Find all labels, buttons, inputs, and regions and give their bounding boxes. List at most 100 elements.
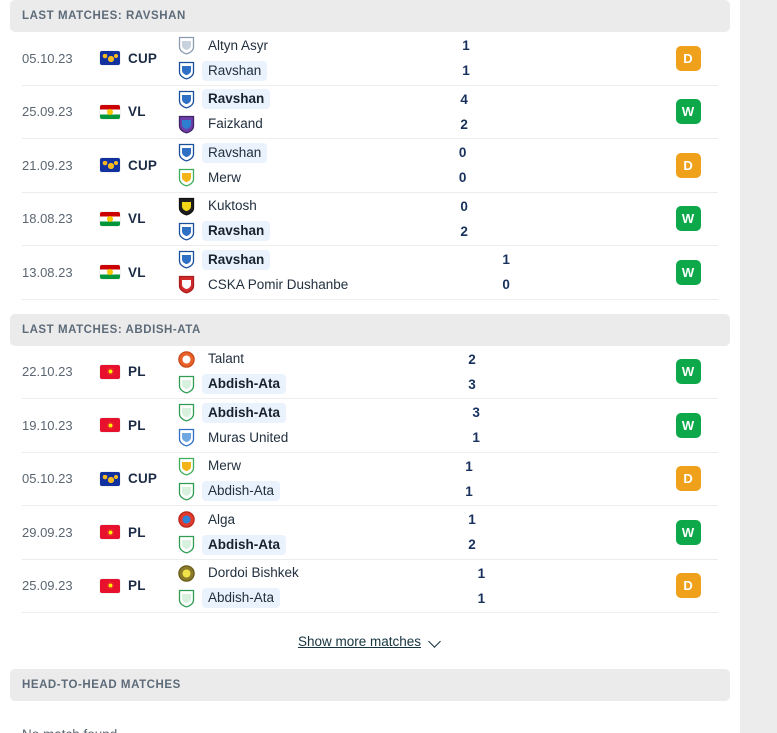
team-home: Talant bbox=[178, 349, 412, 370]
away-score: 0 bbox=[458, 170, 467, 186]
away-score: 1 bbox=[465, 483, 473, 499]
scores-cell: 00 bbox=[403, 142, 523, 188]
page-root: LAST MATCHES: RAVSHAN 05.10.23 CUP Altyn As… bbox=[0, 0, 777, 733]
away-score: 0 bbox=[502, 277, 510, 293]
teams-cell: Ravshan Faizkand bbox=[170, 89, 404, 135]
tj-flag-icon bbox=[100, 211, 120, 226]
ravshan-crest bbox=[178, 61, 195, 80]
competition-cell: VL bbox=[100, 104, 170, 119]
kg-flag-icon bbox=[100, 364, 120, 379]
team-name-home: Ravshan bbox=[202, 89, 271, 110]
abdish-ata-crest bbox=[178, 403, 195, 422]
section-title: HEAD-TO-HEAD MATCHES bbox=[22, 679, 181, 691]
status-badge: W bbox=[675, 359, 701, 385]
world-flag-icon bbox=[100, 158, 120, 173]
team-away: Ravshan bbox=[178, 60, 406, 81]
result-cell: W bbox=[658, 206, 718, 232]
status-badge: W bbox=[675, 412, 701, 438]
team-home: Ravshan bbox=[178, 249, 446, 270]
scores-cell: 11 bbox=[421, 563, 541, 609]
head-to-head-empty-text: No match found. bbox=[0, 701, 740, 733]
talant-crest bbox=[178, 350, 195, 369]
teams-cell: Talant Abdish-Ata bbox=[170, 349, 412, 395]
show-more-matches-link[interactable]: Show more matches bbox=[298, 634, 421, 649]
team-name-away: Faizkand bbox=[208, 116, 263, 132]
competition-name: CUP bbox=[128, 50, 158, 66]
home-score: 2 bbox=[468, 351, 476, 367]
team-name-home: Ravshan bbox=[202, 142, 268, 163]
team-home: Ravshan bbox=[178, 89, 404, 110]
competition-name: VL bbox=[128, 264, 146, 280]
competition-cell: VL bbox=[100, 211, 170, 226]
team-name-away: Ravshan bbox=[202, 221, 271, 242]
table-row[interactable]: 21.09.23 CUP Ravshan Merw 0 0 D bbox=[22, 139, 718, 193]
competition-cell: CUP bbox=[100, 158, 170, 173]
team-away: CSKA Pomir Dushanbe bbox=[178, 274, 446, 295]
competition-cell: CUP bbox=[100, 51, 170, 66]
table-row[interactable]: 25.09.23 VL Ravshan Faizkand 4 2 W bbox=[22, 86, 718, 139]
dordoi-bishkek-crest bbox=[178, 564, 195, 583]
home-score: 0 bbox=[458, 145, 467, 161]
competition-cell: PL bbox=[100, 418, 170, 433]
faizkand-crest bbox=[178, 115, 195, 134]
scores-cell: 23 bbox=[412, 349, 532, 395]
away-score: 3 bbox=[468, 376, 476, 392]
status-badge: W bbox=[675, 519, 701, 545]
teams-cell: Merw Abdish-Ata bbox=[170, 456, 409, 502]
home-score: 3 bbox=[472, 405, 480, 421]
table-row[interactable]: 13.08.23 VL Ravshan CSKA Pomir Dushanbe 1 0 W bbox=[22, 246, 718, 300]
alga-crest bbox=[178, 510, 195, 529]
team-away: Muras United bbox=[178, 427, 416, 448]
home-score: 1 bbox=[462, 38, 470, 54]
match-date: 13.08.23 bbox=[22, 264, 73, 280]
table-row[interactable]: 18.08.23 VL Kuktosh Ravshan 0 2 W bbox=[22, 193, 718, 246]
team-away: Abdish-Ata bbox=[178, 534, 412, 555]
table-row[interactable]: 22.10.23 PL Talant Abdish-Ata 2 3 W bbox=[22, 346, 718, 399]
match-date: 22.10.23 bbox=[22, 364, 73, 380]
section-title: LAST MATCHES: ABDISH-ATA bbox=[22, 323, 201, 336]
team-away: Merw bbox=[178, 167, 403, 188]
result-cell: W bbox=[658, 412, 718, 438]
teams-cell: Abdish-Ata Muras United bbox=[170, 402, 416, 448]
competition-cell: PL bbox=[100, 525, 170, 540]
team-home: Abdish-Ata bbox=[178, 402, 416, 423]
match-list-last-matches-ravshan: 05.10.23 CUP Altyn Asyr Ravshan 1 1 D 25.09.23 V… bbox=[0, 32, 740, 300]
scores-cell: 42 bbox=[404, 89, 524, 135]
table-row[interactable]: 05.10.23 CUP Merw Abdish-Ata 1 1 D bbox=[22, 453, 718, 506]
matches-card: LAST MATCHES: RAVSHAN 05.10.23 CUP Altyn As… bbox=[0, 0, 740, 733]
team-home: Altyn Asyr bbox=[178, 35, 406, 56]
chevron-down-icon[interactable] bbox=[429, 637, 442, 645]
ravshan-crest bbox=[178, 222, 195, 241]
table-row[interactable]: 29.09.23 PL Alga Abdish-Ata 1 2 W bbox=[22, 506, 718, 560]
away-score: 2 bbox=[468, 537, 476, 553]
home-score: 1 bbox=[502, 252, 510, 268]
match-date: 25.09.23 bbox=[22, 104, 73, 120]
match-date: 29.09.23 bbox=[22, 524, 73, 540]
status-badge: D bbox=[675, 152, 701, 178]
table-row[interactable]: 05.10.23 CUP Altyn Asyr Ravshan 1 1 D bbox=[22, 32, 718, 86]
table-row[interactable]: 19.10.23 PL Abdish-Ata Muras United 3 1 W bbox=[22, 399, 718, 453]
team-name-away: CSKA Pomir Dushanbe bbox=[208, 276, 349, 292]
team-name-home: Kuktosh bbox=[208, 198, 257, 214]
competition-name: VL bbox=[128, 104, 146, 120]
away-score: 1 bbox=[472, 430, 480, 446]
merw-crest bbox=[178, 457, 195, 476]
team-away: Abdish-Ata bbox=[178, 374, 412, 395]
result-cell: W bbox=[658, 259, 718, 285]
team-home: Ravshan bbox=[178, 142, 403, 163]
kuktosh-crest bbox=[178, 197, 195, 216]
table-row[interactable]: 25.09.23 PL Dordoi Bishkek Abdish-Ata 1 1 D bbox=[22, 560, 718, 613]
show-more-row[interactable]: Show more matches bbox=[22, 613, 718, 669]
away-score: 1 bbox=[477, 590, 486, 606]
home-score: 4 bbox=[460, 91, 468, 107]
competition-name: VL bbox=[128, 211, 146, 227]
away-score: 2 bbox=[460, 116, 468, 132]
team-name-home: Abdish-Ata bbox=[202, 402, 286, 423]
competition-name: PL bbox=[128, 578, 146, 594]
team-name-away: Abdish-Ata bbox=[202, 534, 286, 555]
competition-name: PL bbox=[128, 364, 146, 380]
team-name-home: Merw bbox=[208, 458, 241, 474]
scores-cell: 10 bbox=[446, 249, 566, 295]
teams-cell: Ravshan Merw bbox=[170, 142, 403, 188]
team-home: Dordoi Bishkek bbox=[178, 563, 421, 584]
